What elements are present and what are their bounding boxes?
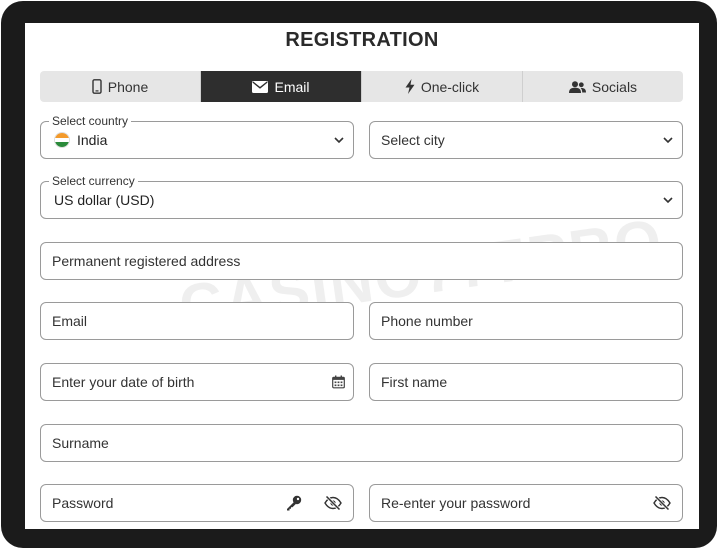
- currency-select[interactable]: Select currency US dollar (USD): [40, 174, 683, 219]
- email-input[interactable]: Email: [40, 302, 354, 340]
- india-flag-icon: [54, 132, 70, 148]
- password-placeholder: Password: [52, 495, 114, 511]
- tab-phone[interactable]: Phone: [40, 71, 201, 102]
- address-placeholder: Permanent registered address: [52, 253, 241, 269]
- registration-screen: CASINO777PRO REGISTRATION Phone Email: [25, 23, 699, 529]
- email-placeholder: Email: [52, 313, 88, 329]
- tab-one-click[interactable]: One-click: [362, 71, 523, 102]
- country-value: India: [54, 132, 107, 148]
- lightning-icon: [405, 79, 415, 94]
- tab-socials[interactable]: Socials: [523, 71, 683, 102]
- phone-placeholder: Phone number: [381, 313, 473, 329]
- tab-one-click-label: One-click: [420, 78, 480, 95]
- tab-email-label: Email: [274, 78, 310, 95]
- phone-icon: [92, 79, 102, 94]
- chevron-down-icon: [334, 137, 344, 144]
- surname-placeholder: Surname: [52, 435, 109, 451]
- eye-slash-icon[interactable]: [653, 496, 671, 510]
- chevron-down-icon: [663, 137, 673, 144]
- eye-slash-icon[interactable]: [324, 496, 342, 510]
- device-frame: CASINO777PRO REGISTRATION Phone Email: [1, 1, 717, 548]
- currency-value: US dollar (USD): [54, 192, 155, 208]
- surname-input[interactable]: Surname: [40, 424, 683, 462]
- chevron-down-icon: [663, 197, 673, 204]
- calendar-icon[interactable]: [332, 375, 345, 389]
- password-input[interactable]: Password: [40, 484, 354, 522]
- first-name-placeholder: First name: [381, 374, 448, 390]
- country-name: India: [77, 132, 108, 148]
- city-select[interactable]: Select city: [369, 121, 683, 159]
- country-select[interactable]: Select country India: [40, 114, 354, 159]
- city-placeholder: Select city: [381, 132, 445, 148]
- key-icon[interactable]: [286, 495, 302, 511]
- currency-legend: Select currency: [49, 174, 138, 188]
- envelope-icon: [252, 80, 269, 93]
- tab-email[interactable]: Email: [201, 71, 362, 102]
- tab-phone-label: Phone: [107, 78, 149, 95]
- page-title: REGISTRATION: [285, 29, 439, 51]
- phone-input[interactable]: Phone number: [369, 302, 683, 340]
- country-legend: Select country: [49, 114, 132, 128]
- dob-input[interactable]: Enter your date of birth: [40, 363, 354, 401]
- address-input[interactable]: Permanent registered address: [40, 242, 683, 280]
- users-icon: [568, 80, 586, 93]
- first-name-input[interactable]: First name: [369, 363, 683, 401]
- dob-placeholder: Enter your date of birth: [52, 374, 195, 390]
- tab-socials-label: Socials: [591, 78, 638, 95]
- registration-tabs: Phone Email One-click Socials: [40, 71, 683, 102]
- repassword-input[interactable]: Re-enter your password: [369, 484, 683, 522]
- repassword-placeholder: Re-enter your password: [381, 495, 531, 511]
